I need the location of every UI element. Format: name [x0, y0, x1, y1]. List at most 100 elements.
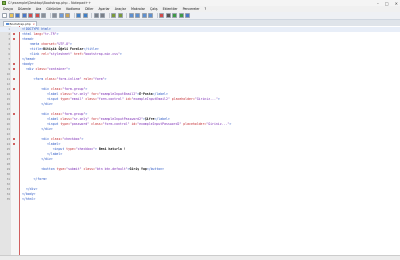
code-token: > — [57, 32, 59, 36]
redo-icon[interactable] — [83, 13, 88, 18]
fold-toggle-icon[interactable] — [13, 38, 15, 40]
toolbar-separator — [74, 13, 75, 18]
zoom-in-icon[interactable] — [111, 13, 116, 18]
code-token — [22, 122, 47, 126]
code-token — [22, 147, 53, 151]
code-token: "exampleInputPassword2" — [99, 117, 143, 121]
code-token — [22, 92, 47, 96]
code-token: </title> — [83, 47, 98, 51]
menu-item[interactable]: Makrolar — [131, 7, 145, 11]
sync-scroll-icon[interactable] — [129, 13, 134, 18]
fold-toggle-icon[interactable] — [13, 33, 15, 35]
code-token: rel= — [41, 52, 49, 56]
code-token — [22, 42, 30, 46]
menu-item[interactable]: Dosya — [3, 7, 13, 11]
code-token: <head> — [22, 37, 34, 41]
code-token: "container" — [47, 67, 68, 71]
fold-toggle-icon[interactable] — [13, 113, 15, 115]
code-token — [22, 137, 41, 141]
code-token: <html — [22, 32, 34, 36]
menu-item[interactable]: Eklentiler — [163, 7, 178, 11]
paste-icon[interactable] — [65, 13, 70, 18]
close-icon[interactable] — [28, 13, 33, 18]
code-line[interactable]: 35</html> — [0, 197, 400, 202]
find-icon[interactable] — [94, 13, 99, 18]
copy-icon[interactable] — [59, 13, 64, 18]
close-all-icon[interactable] — [35, 13, 40, 18]
zoom-out-icon[interactable] — [118, 13, 123, 18]
code-token: type= — [60, 97, 70, 101]
code-token: </label> — [47, 152, 62, 156]
menu-item[interactable]: Ayarlar — [98, 7, 109, 11]
code-token: </div> — [41, 157, 53, 161]
cut-icon[interactable] — [52, 13, 57, 18]
code-token: "form-control" — [97, 97, 126, 101]
code-token: placeholder= — [183, 122, 206, 126]
fold-toggle-icon[interactable] — [13, 138, 15, 140]
minimize-icon[interactable]: – — [377, 1, 379, 6]
code-token: > — [229, 122, 231, 126]
code-token: "tr-TR" — [43, 32, 56, 36]
toolbar-separator — [126, 13, 127, 18]
maximize-icon[interactable]: □ — [385, 1, 389, 6]
code-token: > — [218, 97, 220, 101]
code-token: <title> — [30, 47, 43, 51]
code-token: > — [82, 137, 84, 141]
code-token: Bitişik Öğeli Formlar — [43, 47, 83, 51]
print-icon[interactable] — [41, 13, 46, 18]
menu-item[interactable]: Düzenle — [18, 7, 31, 11]
save-icon[interactable] — [15, 13, 20, 18]
code-token: Beni hatırla ! — [99, 147, 126, 151]
close-window-icon[interactable]: ✕ — [395, 1, 398, 6]
code-token: class= — [60, 92, 72, 96]
menu-item[interactable]: Çalış — [150, 7, 158, 11]
notepadpp-app-icon — [2, 1, 6, 5]
code-token: "Giriniz..." — [206, 122, 229, 126]
code-token: </label> — [154, 117, 169, 121]
fold-toggle-icon[interactable] — [13, 63, 15, 65]
play-macro-icon[interactable] — [172, 13, 177, 18]
code-token — [22, 102, 41, 106]
code-token: "exampleInputEmail2" — [99, 92, 137, 96]
run-macro-multiple-icon[interactable] — [179, 13, 184, 18]
menu-item[interactable]: ? — [205, 7, 207, 11]
code-token: "sr-only" — [72, 117, 91, 121]
fold-toggle-icon[interactable] — [13, 143, 15, 145]
new-file-icon[interactable] — [2, 13, 7, 18]
save-all-icon[interactable] — [22, 13, 27, 18]
code-token: "password" — [70, 122, 91, 126]
code-token: type= — [57, 167, 67, 171]
code-token: > — [85, 87, 87, 91]
code-text: </html> — [22, 197, 35, 202]
replace-icon[interactable] — [100, 13, 105, 18]
code-token: "btn btn-default" — [95, 167, 128, 171]
indent-guide-icon[interactable] — [148, 13, 153, 18]
show-all-chars-icon[interactable] — [142, 13, 147, 18]
fold-toggle-icon[interactable] — [13, 68, 15, 70]
undo-icon[interactable] — [76, 13, 81, 18]
menu-item[interactable]: Görünüm — [46, 7, 61, 11]
save-macro-icon[interactable] — [185, 13, 190, 18]
word-wrap-icon[interactable] — [135, 13, 140, 18]
menu-item[interactable]: Ara — [36, 7, 41, 11]
menu-item[interactable]: Araçlar — [115, 7, 126, 11]
record-macro-icon[interactable] — [159, 13, 164, 18]
fold-toggle-icon[interactable] — [13, 88, 15, 90]
code-token: <label — [47, 92, 60, 96]
code-token: "form" — [93, 77, 105, 81]
code-token: type= — [60, 122, 70, 126]
menu-item[interactable]: Kodlama — [66, 7, 80, 11]
menu-item[interactable]: Diller — [85, 7, 93, 11]
code-editor[interactable]: 1<!DOCTYPE html>2<html lang="tr-TR">3<he… — [0, 26, 400, 255]
code-token: lang= — [34, 32, 44, 36]
code-token: class= — [85, 97, 97, 101]
file-tab-icon — [6, 23, 9, 26]
code-token: class= — [51, 87, 63, 91]
stop-macro-icon[interactable] — [166, 13, 171, 18]
menu-item[interactable]: Pencereler — [183, 7, 200, 11]
code-token: </html> — [22, 197, 35, 201]
code-token: href= — [74, 52, 84, 56]
open-file-icon[interactable] — [9, 13, 14, 18]
fold-toggle-icon[interactable] — [13, 78, 15, 80]
code-token: "exampleInputEmail2" — [131, 97, 171, 101]
